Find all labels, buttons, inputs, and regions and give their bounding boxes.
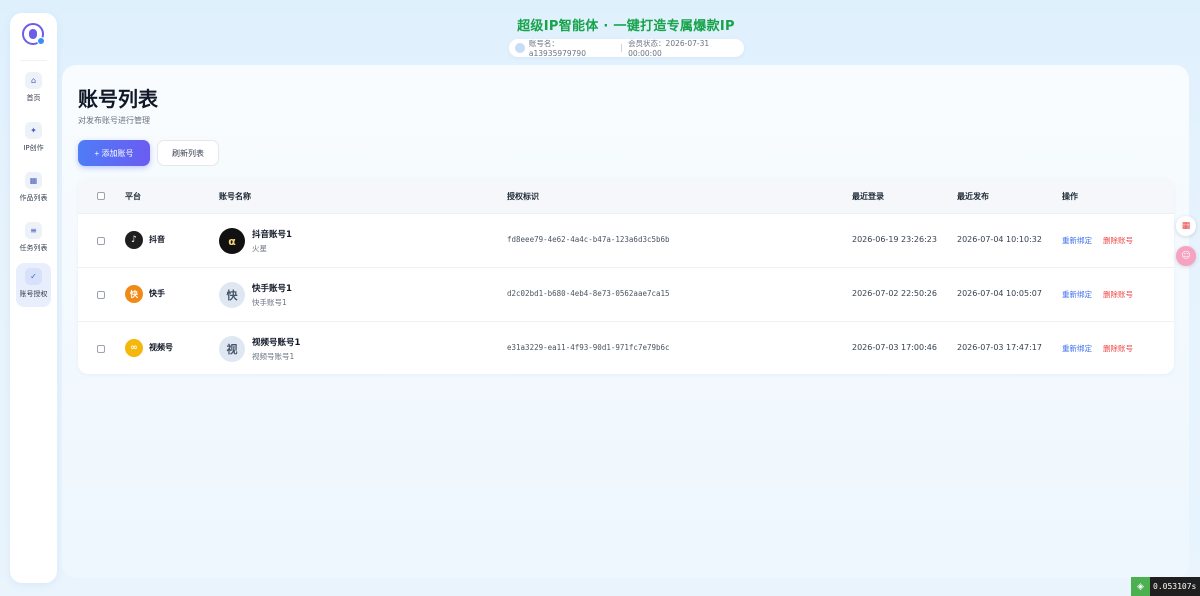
table-row: ♪ 抖音 α 抖音账号1 火星 fd8eee79-4e62-4a4c-b47a-… (78, 213, 1174, 267)
sidebar-item-label: 作品列表 (19, 194, 48, 202)
rebind-button[interactable]: 重新绑定 (1062, 289, 1092, 300)
rebind-button[interactable]: 重新绑定 (1062, 235, 1092, 246)
table-row: 快 快手 快 快手账号1 快手账号1 d2c02bd1-b680-4eb4-8e… (78, 267, 1174, 321)
row-checkbox[interactable] (97, 237, 105, 245)
avatar (515, 43, 525, 53)
timer-value: 0.053107s (1153, 582, 1197, 591)
timer-logo-icon: ◈ (1131, 577, 1150, 596)
auth-id: d2c02bd1-b680-4eb4-8e73-0562aae7ca15 (507, 289, 670, 298)
account-nickname: 快手账号1 (252, 298, 287, 307)
sidebar-item-home[interactable]: ⌂ 首页 (16, 67, 51, 111)
auth-id: e31a3229-ea11-4f93-90d1-971fc7e79b6c (507, 343, 670, 352)
last-login: 2026-07-02 22:50:26 (852, 289, 937, 298)
column-header-account-name: 账号名称 (219, 192, 251, 201)
kuaishou-icon: 快 (125, 285, 143, 303)
page-title: 账号列表 (78, 87, 158, 111)
auth-id: fd8eee79-4e62-4a4c-b47a-123a6d3c5b6b (507, 235, 670, 244)
pill-divider (621, 44, 623, 52)
sidebar-divider (20, 60, 47, 61)
platform-name: 抖音 (149, 235, 165, 244)
avatar: α (219, 228, 245, 254)
account-nickname: 火星 (252, 244, 267, 253)
assistant-icon[interactable]: ☺ (1176, 246, 1196, 266)
sidebar-item-label: 任务列表 (19, 244, 48, 252)
sidebar-item-account-auth[interactable]: ✓ 账号授权 (16, 263, 51, 307)
column-header-last-publish: 最近发布 (957, 192, 989, 201)
platform-name: 快手 (149, 289, 165, 298)
account-nickname: 视频号账号1 (252, 352, 295, 361)
avatar: 快 (219, 282, 245, 308)
last-publish: 2026-07-04 10:10:32 (957, 235, 1042, 244)
member-status-label: 会员状态：2026-07-31 00:00:00 (628, 39, 710, 58)
sidebar: ⌂ 首页 ✦ IP创作 ▦ 作品列表 ≡ 任务列表 ✓ 账号授权 (10, 13, 57, 583)
list-icon: ≡ (25, 222, 42, 239)
column-header-platform: 平台 (125, 192, 141, 201)
douyin-icon: ♪ (125, 231, 143, 249)
app-title: 超级IP智能体 · 一键打造专属爆款IP (517, 19, 735, 34)
platform-name: 视频号 (149, 343, 173, 352)
render-timer: ◈ 0.053107s (1131, 577, 1200, 596)
sidebar-item-label: 首页 (26, 94, 41, 102)
delete-account-button[interactable]: 删除账号 (1103, 289, 1133, 300)
qr-code-icon[interactable]: ▦ (1176, 216, 1196, 236)
table-row: ∞ 视频号 视 视频号账号1 视频号账号1 e31a3229-ea11-4f93… (78, 321, 1174, 374)
account-name-label: 账号名：a13935979790 (528, 39, 586, 58)
last-publish: 2026-07-04 10:05:07 (957, 289, 1042, 298)
page-subtitle: 对发布账号进行管理 (78, 116, 150, 125)
column-header-auth-id: 授权标识 (507, 192, 539, 201)
last-login: 2026-07-03 17:00:46 (852, 343, 937, 352)
row-checkbox[interactable] (97, 345, 105, 353)
home-icon: ⌂ (25, 72, 42, 89)
last-login: 2026-06-19 23:26:23 (852, 235, 937, 244)
refresh-list-button[interactable]: 刷新列表 (157, 140, 219, 166)
row-checkbox[interactable] (97, 291, 105, 299)
rebind-button[interactable]: 重新绑定 (1062, 343, 1092, 354)
column-header-actions: 操作 (1062, 192, 1078, 201)
sidebar-item-tasks[interactable]: ≡ 任务列表 (16, 217, 51, 261)
avatar: 视 (219, 336, 245, 362)
account-name: 快手账号1 (252, 284, 292, 294)
grid-icon: ▦ (25, 172, 42, 189)
accounts-table: 平台 账号名称 授权标识 最近登录 最近发布 操作 ♪ 抖音 α 抖音账号1 火… (78, 179, 1174, 374)
sidebar-item-ip-create[interactable]: ✦ IP创作 (16, 117, 51, 161)
delete-account-button[interactable]: 删除账号 (1103, 235, 1133, 246)
shipinhao-icon: ∞ (125, 339, 143, 357)
sidebar-item-label: 账号授权 (19, 290, 48, 298)
account-name: 抖音账号1 (252, 230, 292, 240)
column-header-last-login: 最近登录 (852, 192, 884, 201)
table-header: 平台 账号名称 授权标识 最近登录 最近发布 操作 (78, 179, 1174, 213)
main-panel: 账号列表 对发布账号进行管理 + 添加账号 刷新列表 平台 账号名称 授权标识 … (62, 65, 1189, 578)
sidebar-item-label: IP创作 (23, 144, 44, 152)
account-status-pill: 账号名：a13935979790 会员状态：2026-07-31 00:00:0… (509, 39, 744, 58)
select-all-checkbox[interactable] (97, 192, 105, 200)
delete-account-button[interactable]: 删除账号 (1103, 343, 1133, 354)
account-name: 视频号账号1 (252, 338, 301, 348)
sparkle-icon: ✦ (25, 122, 42, 139)
sidebar-item-works[interactable]: ▦ 作品列表 (16, 167, 51, 211)
last-publish: 2026-07-03 17:47:17 (957, 343, 1042, 352)
add-account-button[interactable]: + 添加账号 (78, 140, 150, 166)
check-icon: ✓ (25, 268, 42, 285)
